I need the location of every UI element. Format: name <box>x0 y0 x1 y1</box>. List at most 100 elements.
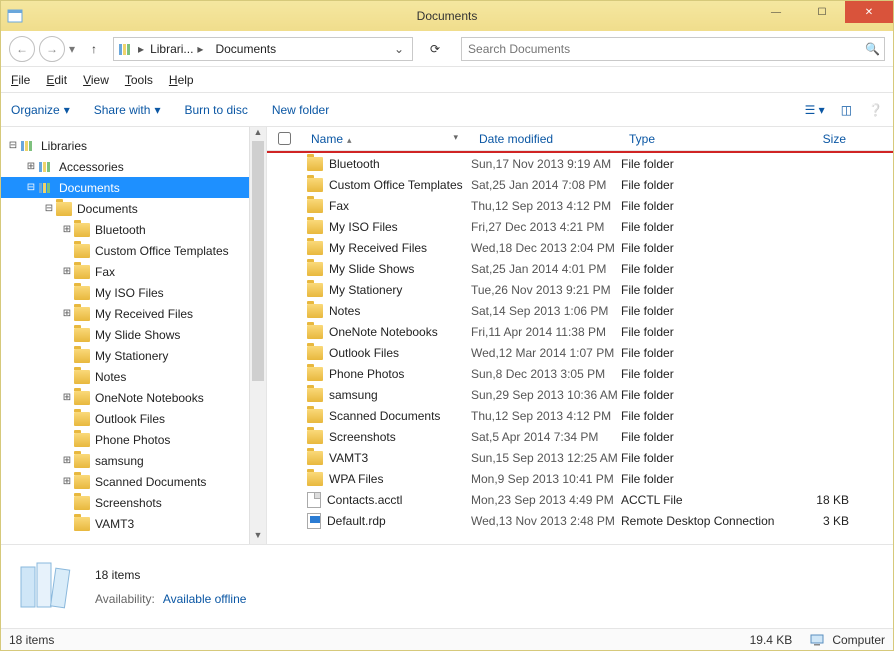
folder-icon <box>307 472 323 486</box>
minimize-button[interactable]: — <box>753 1 799 23</box>
tree-item[interactable]: VAMT3 <box>1 513 266 534</box>
tree-item[interactable]: ⊞Bluetooth <box>1 219 266 240</box>
file-row[interactable]: Outlook FilesWed,12 Mar 2014 1:07 PMFile… <box>267 342 893 363</box>
file-size: 18 KB <box>785 493 855 507</box>
tree-item[interactable]: ⊞Fax <box>1 261 266 282</box>
file-date: Wed,13 Nov 2013 2:48 PM <box>471 514 621 528</box>
tree-item[interactable]: ⊞My Received Files <box>1 303 266 324</box>
window-title: Documents <box>417 9 478 23</box>
breadcrumb[interactable]: ▸ Librari...▸ Documents ⌄ <box>113 37 413 61</box>
file-row[interactable]: BluetoothSun,17 Nov 2013 9:19 AMFile fol… <box>267 153 893 174</box>
tree-item[interactable]: Outlook Files <box>1 408 266 429</box>
tree-scrollbar[interactable]: ▲ ▼ <box>249 127 266 544</box>
tree-item[interactable]: ⊞samsung <box>1 450 266 471</box>
close-button[interactable]: ✕ <box>845 1 893 23</box>
column-select-all[interactable] <box>267 132 303 145</box>
folder-icon <box>73 264 91 280</box>
titlebar: Documents — ☐ ✕ <box>1 1 893 31</box>
tree-item[interactable]: ⊞OneNote Notebooks <box>1 387 266 408</box>
tree-item[interactable]: Phone Photos <box>1 429 266 450</box>
tree-item[interactable]: ⊟Documents <box>1 177 266 198</box>
file-row[interactable]: Phone PhotosSun,8 Dec 2013 3:05 PMFile f… <box>267 363 893 384</box>
tree-item[interactable]: Custom Office Templates <box>1 240 266 261</box>
column-header-type[interactable]: Type <box>621 132 785 146</box>
rdp-icon <box>307 513 321 529</box>
folder-icon <box>73 516 91 532</box>
file-row[interactable]: Default.rdpWed,13 Nov 2013 2:48 PMRemote… <box>267 510 893 531</box>
chevron-down-icon[interactable]: ▾ <box>453 132 458 143</box>
tree-item[interactable]: My ISO Files <box>1 282 266 303</box>
tree-item[interactable]: My Stationery <box>1 345 266 366</box>
search-box[interactable]: 🔍 <box>461 37 885 61</box>
select-all-checkbox[interactable] <box>278 132 291 145</box>
menu-help[interactable]: Help <box>169 73 194 87</box>
menu-view[interactable]: View <box>83 73 109 87</box>
preview-pane-button[interactable]: ◫ <box>841 103 852 117</box>
tree-item[interactable]: My Slide Shows <box>1 324 266 345</box>
file-row[interactable]: OneNote NotebooksFri,11 Apr 2014 11:38 P… <box>267 321 893 342</box>
burn-button[interactable]: Burn to disc <box>184 103 247 117</box>
recent-dropdown[interactable]: ▾ <box>69 42 75 56</box>
computer-icon <box>810 634 826 646</box>
forward-button[interactable]: → <box>39 36 65 62</box>
menu-tools[interactable]: Tools <box>125 73 153 87</box>
up-button[interactable]: ↑ <box>83 38 105 60</box>
refresh-button[interactable]: ⟳ <box>423 37 447 61</box>
column-header-size[interactable]: Size <box>785 132 855 146</box>
file-row[interactable]: FaxThu,12 Sep 2013 4:12 PMFile folder <box>267 195 893 216</box>
folder-icon <box>73 495 91 511</box>
folder-icon <box>307 178 323 192</box>
file-row[interactable]: NotesSat,14 Sep 2013 1:06 PMFile folder <box>267 300 893 321</box>
file-row[interactable]: My StationeryTue,26 Nov 2013 9:21 PMFile… <box>267 279 893 300</box>
scroll-down-icon[interactable]: ▼ <box>250 530 266 544</box>
column-header-date[interactable]: Date modified <box>471 132 621 146</box>
navigation-pane[interactable]: ⊟Libraries⊞Accessories⊟Documents⊟Documen… <box>1 127 267 544</box>
tree-item[interactable]: Screenshots <box>1 492 266 513</box>
scroll-up-icon[interactable]: ▲ <box>250 127 266 141</box>
tree-item[interactable]: ⊟Documents <box>1 198 266 219</box>
share-button[interactable]: Share with ▾ <box>94 103 161 117</box>
menu-edit[interactable]: Edit <box>46 73 67 87</box>
help-button[interactable]: ❔ <box>868 103 883 117</box>
file-type: Remote Desktop Connection <box>621 514 785 528</box>
organize-button[interactable]: Organize ▾ <box>11 103 70 117</box>
new-folder-button[interactable]: New folder <box>272 103 329 117</box>
file-date: Sun,8 Dec 2013 3:05 PM <box>471 367 621 381</box>
navbar: ← → ▾ ↑ ▸ Librari...▸ Documents ⌄ ⟳ 🔍 <box>1 31 893 67</box>
tree-item[interactable]: Notes <box>1 366 266 387</box>
column-header-name[interactable]: Name▴▾ <box>303 132 471 146</box>
file-row[interactable]: Contacts.acctlMon,23 Sep 2013 4:49 PMACC… <box>267 489 893 510</box>
file-name: My ISO Files <box>329 220 398 234</box>
search-input[interactable] <box>462 38 884 60</box>
breadcrumb-segment[interactable]: Documents <box>209 42 282 56</box>
file-row[interactable]: Custom Office TemplatesSat,25 Jan 2014 7… <box>267 174 893 195</box>
file-date: Fri,27 Dec 2013 4:21 PM <box>471 220 621 234</box>
file-type: File folder <box>621 178 785 192</box>
back-button[interactable]: ← <box>9 36 35 62</box>
file-type: File folder <box>621 157 785 171</box>
view-mode-button[interactable]: ☰ ▾ <box>805 103 825 117</box>
file-row[interactable]: My Slide ShowsSat,25 Jan 2014 4:01 PMFil… <box>267 258 893 279</box>
item-count: 18 items <box>95 568 246 582</box>
file-date: Sat,25 Jan 2014 4:01 PM <box>471 262 621 276</box>
menubar: File Edit View Tools Help <box>1 67 893 93</box>
menu-file[interactable]: File <box>11 73 30 87</box>
breadcrumb-segment[interactable]: Librari...▸ <box>144 42 209 56</box>
file-row[interactable]: WPA FilesMon,9 Sep 2013 10:41 PMFile fol… <box>267 468 893 489</box>
file-row[interactable]: My Received FilesWed,18 Dec 2013 2:04 PM… <box>267 237 893 258</box>
file-row[interactable]: My ISO FilesFri,27 Dec 2013 4:21 PMFile … <box>267 216 893 237</box>
file-row[interactable]: samsungSun,29 Sep 2013 10:36 AMFile fold… <box>267 384 893 405</box>
file-type: File folder <box>621 304 785 318</box>
file-row[interactable]: VAMT3Sun,15 Sep 2013 12:25 AMFile folder <box>267 447 893 468</box>
breadcrumb-dropdown[interactable]: ⌄ <box>390 42 408 56</box>
maximize-button[interactable]: ☐ <box>799 1 845 23</box>
tree-root-libraries[interactable]: ⊟Libraries <box>1 135 266 156</box>
library-large-icon <box>15 559 79 615</box>
scroll-thumb[interactable] <box>252 141 264 381</box>
file-date: Mon,23 Sep 2013 4:49 PM <box>471 493 621 507</box>
tree-item[interactable]: ⊞Accessories <box>1 156 266 177</box>
file-type: File folder <box>621 451 785 465</box>
tree-item[interactable]: ⊞Scanned Documents <box>1 471 266 492</box>
file-row[interactable]: ScreenshotsSat,5 Apr 2014 7:34 PMFile fo… <box>267 426 893 447</box>
file-row[interactable]: Scanned DocumentsThu,12 Sep 2013 4:12 PM… <box>267 405 893 426</box>
